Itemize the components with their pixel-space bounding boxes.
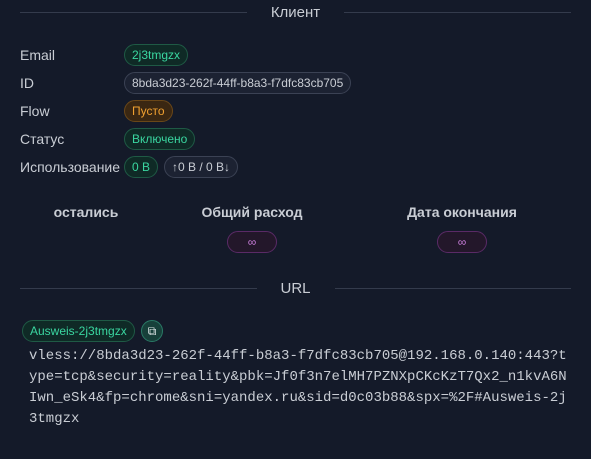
email-row: Email 2j3tmgzx: [20, 43, 189, 67]
url-heading: URL: [280, 279, 311, 297]
usage-updown-badge: ↑0 B / 0 B↓: [164, 156, 239, 178]
client-divider: Клиент: [20, 2, 571, 22]
connection-url: vless://8bda3d23-262f-44ff-b8a3-f7dfc83c…: [29, 348, 567, 427]
status-badge: Включено: [124, 128, 196, 150]
expiry-value: ∞: [437, 231, 487, 253]
flow-row: Flow Пусто: [20, 99, 173, 123]
id-label: ID: [20, 75, 34, 91]
total-usage-label: Общий расход: [201, 204, 303, 220]
usage-row: Использование 0 B ↑0 B / 0 B↓: [20, 155, 239, 179]
expiry-label: Дата окончания: [407, 204, 517, 220]
id-row: ID 8bda3d23-262f-44ff-b8a3-f7dfc83cb705: [20, 71, 352, 95]
total-usage-stat: Общий расход ∞: [152, 204, 352, 253]
url-divider: URL: [20, 278, 572, 298]
status-row: Статус Включено: [20, 127, 196, 151]
expiry-stat: Дата окончания ∞: [362, 204, 562, 253]
total-usage-value: ∞: [227, 231, 277, 253]
id-badge: 8bda3d23-262f-44ff-b8a3-f7dfc83cb705: [124, 72, 352, 94]
client-heading: Клиент: [270, 3, 321, 21]
status-label: Статус: [20, 131, 65, 147]
email-badge: 2j3tmgzx: [124, 44, 189, 66]
flow-badge: Пусто: [124, 100, 173, 122]
copy-icon: ⧉: [147, 323, 157, 338]
usage-label: Использование: [20, 159, 121, 175]
usage-total-badge: 0 B: [124, 156, 159, 178]
link-tag: Ausweis-2j3tmgzx: [22, 320, 135, 342]
copy-url-button[interactable]: ⧉: [141, 320, 163, 342]
flow-label: Flow: [20, 103, 50, 119]
email-label: Email: [20, 47, 56, 63]
